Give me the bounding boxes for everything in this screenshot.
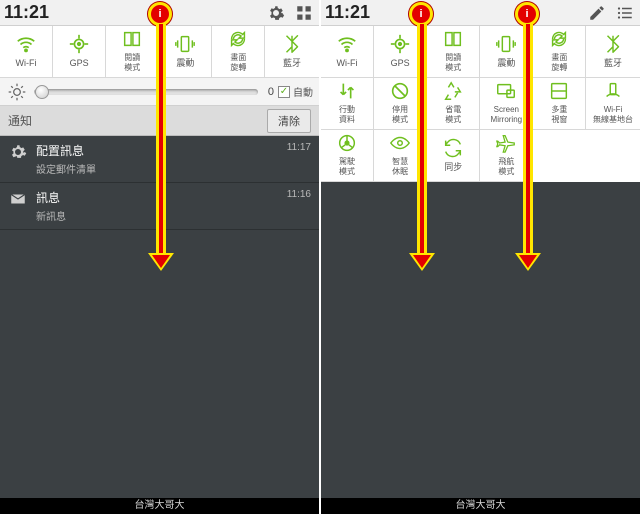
recycle-icon [442,80,464,102]
qs-label: 畫面 旋轉 [551,53,567,73]
grid-toggle-icon[interactable] [293,2,315,24]
settings-gear-icon[interactable] [265,2,287,24]
qs-vibrate[interactable]: 震動 [480,26,533,78]
qs-label: 閱讀 模式 [445,53,461,73]
qs-label: GPS [391,58,410,68]
notification-item[interactable]: 配置訊息設定郵件清單11:17 [0,136,319,183]
clear-button[interactable]: 清除 [267,109,311,133]
qs-gps[interactable]: GPS [53,26,106,78]
mail-icon [8,189,28,209]
vibrate-icon [174,33,196,55]
notif-time: 11:16 [287,189,311,223]
qs-label: Wi-Fi [16,58,37,68]
clock: 11:21 [4,2,49,23]
bluetooth-icon [281,33,303,55]
qs-book[interactable]: 閱讀 模式 [427,26,480,78]
qs-rotate[interactable]: 畫面 旋轉 [533,26,586,78]
brightness-value: 0 [268,86,274,98]
gear-icon [8,142,28,162]
book-icon [442,28,464,50]
notif-time: 11:17 [287,142,311,176]
notification-item[interactable]: 訊息新訊息11:16 [0,183,319,230]
qs-label: 智慧 休眠 [392,157,408,177]
qs-sync[interactable]: 同步 [427,130,480,182]
qs-label: 震動 [176,58,194,68]
notification-title: 通知 [8,112,267,129]
statusbar-right: 11:21 [321,0,640,26]
gps-icon [68,33,90,55]
wifi-icon [336,33,358,55]
qs-wheel[interactable]: 駕駛 模式 [321,130,374,182]
qs-recycle[interactable]: 省電 模式 [427,78,480,130]
screen-icon [495,80,517,102]
rotate-icon [548,28,570,50]
auto-brightness-checkbox[interactable] [278,86,290,98]
qs-bluetooth[interactable]: 藍牙 [265,26,318,78]
brightness-slider[interactable] [34,89,258,95]
qs-label: Screen Mirroring [491,105,523,125]
book-icon [121,28,143,50]
block-icon [389,80,411,102]
qs-book[interactable]: 閱讀 模式 [106,26,159,78]
vibrate-icon [495,33,517,55]
quick-settings-left: Wi-Fi GPS 閱讀 模式 震動 畫面 旋轉 藍牙 [0,26,319,78]
qs-gps[interactable]: GPS [374,26,427,78]
bluetooth-icon [602,33,624,55]
qs-label: 飛航 模式 [498,157,514,177]
qs-label: 震動 [497,58,515,68]
qs-wifi[interactable]: Wi-Fi [321,26,374,78]
qs-rotate[interactable]: 畫面 旋轉 [212,26,265,78]
brightness-row: 0 自動 [0,78,319,106]
plane-icon [495,132,517,154]
qs-hotspot[interactable]: Wi-Fi 無線基地台 [586,78,639,130]
sync-icon [442,137,464,159]
statusbar-left: 11:21 [0,0,319,26]
gps-icon [389,33,411,55]
qs-data[interactable]: 行動 資料 [321,78,374,130]
rotate-icon [227,28,249,50]
qs-plane[interactable]: 飛航 模式 [480,130,533,182]
quick-settings-right: Wi-Fi GPS 閱讀 模式 震動 畫面 旋轉 藍牙行動 資料 停用 模式 省電 模式 Scr… [321,26,640,182]
qs-screen[interactable]: Screen Mirroring [480,78,533,130]
eye-icon [389,132,411,154]
multi-icon [548,80,570,102]
hotspot-icon [602,80,624,102]
menu-lines-icon[interactable] [614,2,636,24]
qs-label: Wi-Fi [337,58,358,68]
qs-label: 同步 [444,162,462,172]
qs-vibrate[interactable]: 震動 [159,26,212,78]
auto-brightness-label: 自動 [293,84,313,99]
notif-subtitle: 設定郵件清單 [36,161,287,176]
qs-label: 行動 資料 [339,105,355,125]
qs-label: 藍牙 [283,58,301,68]
qs-label: 畫面 旋轉 [230,53,246,73]
wifi-icon [15,33,37,55]
qs-label: GPS [70,58,89,68]
notif-title: 配置訊息 [36,142,287,159]
qs-block[interactable]: 停用 模式 [374,78,427,130]
data-icon [336,80,358,102]
qs-label: 停用 模式 [392,105,408,125]
qs-eye[interactable]: 智慧 休眠 [374,130,427,182]
edit-pencil-icon[interactable] [586,2,608,24]
qs-wifi[interactable]: Wi-Fi [0,26,53,78]
clock: 11:21 [325,2,370,23]
brightness-icon [6,81,28,103]
qs-label: 省電 模式 [445,105,461,125]
carrier-label: 台灣大哥大 [321,498,640,514]
left-panel: 11:21 Wi-FiGPS閱讀 模式震動畫面 旋轉藍牙 0 自動 通知 清除 … [0,0,319,514]
right-panel: 11:21 Wi-Fi GPS 閱讀 模式 震動 畫面 旋轉 藍牙行動 資料 停用 模式 省電… [321,0,640,514]
qs-bluetooth[interactable]: 藍牙 [586,26,639,78]
wheel-icon [336,132,358,154]
notification-header: 通知 清除 [0,106,319,136]
qs-label: 藍牙 [604,58,622,68]
qs-label: 多重 視窗 [551,105,567,125]
qs-multi[interactable]: 多重 視窗 [533,78,586,130]
notif-subtitle: 新訊息 [36,208,287,223]
carrier-label: 台灣大哥大 [0,498,319,514]
qs-label: 駕駛 模式 [339,157,355,177]
qs-label: Wi-Fi 無線基地台 [593,105,633,125]
qs-label: 閱讀 模式 [124,53,140,73]
notif-title: 訊息 [36,189,287,206]
